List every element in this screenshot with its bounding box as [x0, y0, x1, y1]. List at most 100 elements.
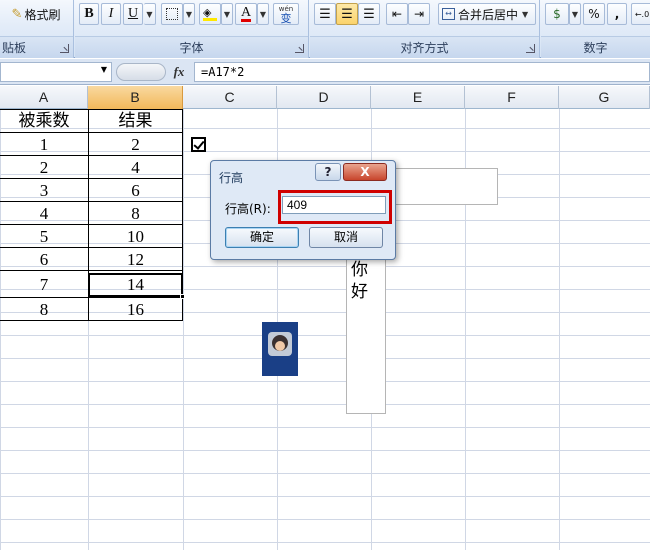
fill-color-dropdown[interactable]: ▼: [221, 3, 233, 25]
paint-bucket-icon: ◈: [203, 7, 217, 21]
borders-dropdown[interactable]: ▼: [183, 3, 195, 25]
merge-center-label: 合并后居中: [458, 7, 519, 22]
borders-icon: [166, 8, 178, 20]
column-header-a[interactable]: A: [0, 86, 88, 109]
currency-dropdown[interactable]: ▼: [569, 3, 581, 25]
checkbox-checked-icon[interactable]: [191, 137, 206, 152]
clipboard-dialog-launcher-icon[interactable]: [60, 44, 69, 53]
ok-button[interactable]: 确定: [225, 227, 299, 248]
alignment-group-label: 对齐方式: [310, 36, 539, 58]
table-cell[interactable]: 4: [88, 156, 183, 179]
textbox-line: 好: [351, 282, 368, 302]
formula-input[interactable]: =A17*2: [194, 62, 650, 82]
ribbon: ✎ 格式刷 贴板 B I U ▼ ▼ ◈ ▼ A ▼ wén 变 字体 ☰ ☰ …: [0, 0, 650, 58]
avatar-icon: [268, 332, 292, 356]
worksheet-grid[interactable]: A B C D E F G 被乘数 结果 1 2 2 4 3 6 4 8 5 1…: [0, 86, 650, 550]
font-color-dropdown[interactable]: ▼: [257, 3, 269, 25]
close-button[interactable]: X: [343, 163, 387, 181]
merge-center-button[interactable]: ↔ 合并后居中 ▼: [438, 3, 536, 25]
align-right-icon: ☰: [363, 6, 375, 22]
merge-icon: ↔: [442, 8, 455, 20]
decrease-indent-button[interactable]: ⇤: [386, 3, 408, 25]
chevron-down-icon[interactable]: ▼: [101, 65, 107, 74]
name-box[interactable]: ▼: [0, 62, 112, 82]
phonetic-char: 变: [280, 12, 292, 25]
table-cell[interactable]: 16: [88, 298, 183, 321]
table-cell[interactable]: 5: [0, 225, 88, 248]
underline-dropdown[interactable]: ▼: [144, 3, 156, 25]
header-cell-multiplicand[interactable]: 被乘数: [0, 109, 88, 132]
increase-decimal-button[interactable]: ←.0: [631, 3, 650, 25]
clipboard-group: ✎ 格式刷 贴板: [0, 0, 74, 58]
align-center-icon: ☰: [341, 6, 353, 22]
alignment-label: 对齐方式: [400, 41, 449, 55]
font-group-label: 字体: [75, 36, 308, 58]
chevron-down-icon: ▼: [522, 9, 529, 19]
currency-icon: $: [553, 7, 561, 21]
font-label: 字体: [179, 41, 204, 55]
row-height-label: 行高(R):: [225, 202, 271, 216]
increase-indent-icon: ⇥: [413, 7, 425, 21]
bold-button[interactable]: B: [79, 3, 99, 25]
font-dialog-launcher-icon[interactable]: [295, 44, 304, 53]
column-header-d[interactable]: D: [277, 86, 371, 109]
header-cell-result[interactable]: 结果: [88, 109, 183, 132]
formula-bar-splitter[interactable]: [116, 63, 166, 81]
table-cell[interactable]: 1: [0, 133, 88, 156]
alignment-dialog-launcher-icon[interactable]: [526, 44, 535, 53]
phonetic-button[interactable]: wén 变: [273, 3, 299, 25]
format-painter-button[interactable]: ✎ 格式刷: [4, 3, 68, 25]
picture-object[interactable]: [262, 322, 298, 376]
italic-button[interactable]: I: [101, 3, 121, 25]
borders-button[interactable]: [161, 3, 183, 25]
insert-function-button[interactable]: fx: [168, 62, 190, 82]
fill-color-button[interactable]: ◈: [199, 3, 221, 25]
decrease-indent-icon: ⇤: [391, 7, 403, 21]
table-cell[interactable]: 2: [0, 156, 88, 179]
column-header-b[interactable]: B: [88, 86, 183, 109]
number-group: $ ▼ % , ←.0 数字: [541, 0, 650, 58]
font-color-icon: A: [240, 5, 252, 22]
column-header-g[interactable]: G: [559, 86, 650, 109]
column-header-f[interactable]: F: [465, 86, 559, 109]
chevron-down-icon: ▼: [146, 9, 153, 19]
table-cell[interactable]: 3: [0, 179, 88, 202]
column-header-c[interactable]: C: [183, 86, 277, 109]
table-cell[interactable]: 8: [88, 202, 183, 225]
table-cell[interactable]: 2: [88, 133, 183, 156]
table-cell[interactable]: 4: [0, 202, 88, 225]
format-painter-label: 格式刷: [24, 7, 61, 22]
font-color-button[interactable]: A: [235, 3, 257, 25]
column-header-e[interactable]: E: [371, 86, 465, 109]
chevron-down-icon: ▼: [185, 9, 193, 19]
table-cell[interactable]: 6: [0, 248, 88, 271]
chevron-down-icon: ▼: [571, 9, 579, 19]
align-left-button[interactable]: ☰: [314, 3, 336, 25]
align-center-button[interactable]: ☰: [336, 3, 358, 25]
number-group-label: 数字: [541, 36, 650, 58]
row-height-input[interactable]: 409: [282, 196, 386, 214]
number-label: 数字: [583, 41, 608, 55]
cancel-button[interactable]: 取消: [309, 227, 383, 248]
underline-button[interactable]: U: [123, 3, 143, 25]
table-cell[interactable]: 8: [0, 298, 88, 321]
vertical-textbox[interactable]: 你 好: [346, 254, 386, 414]
font-group: B I U ▼ ▼ ◈ ▼ A ▼ wén 变 字体: [75, 0, 309, 58]
column-header-row: A B C D E F G: [0, 86, 650, 109]
alignment-group: ☰ ☰ ☰ ⇤ ⇥ ↔ 合并后居中 ▼ 对齐方式: [310, 0, 540, 58]
table-cell[interactable]: 10: [88, 225, 183, 248]
align-left-icon: ☰: [319, 6, 331, 22]
chevron-down-icon: ▼: [259, 9, 267, 19]
increase-indent-button[interactable]: ⇥: [408, 3, 430, 25]
align-right-button[interactable]: ☰: [358, 3, 380, 25]
table-cell[interactable]: 12: [88, 248, 183, 271]
table-cell[interactable]: 6: [88, 179, 183, 202]
textbox-line: 你: [351, 260, 368, 280]
percent-button[interactable]: %: [583, 3, 605, 25]
increase-decimal-icon: ←.0: [634, 9, 650, 19]
currency-button[interactable]: $: [545, 3, 569, 25]
table-cell[interactable]: 14: [88, 273, 183, 296]
table-cell[interactable]: 7: [0, 273, 88, 296]
comma-button[interactable]: ,: [607, 3, 627, 25]
help-button[interactable]: ?: [315, 163, 341, 181]
